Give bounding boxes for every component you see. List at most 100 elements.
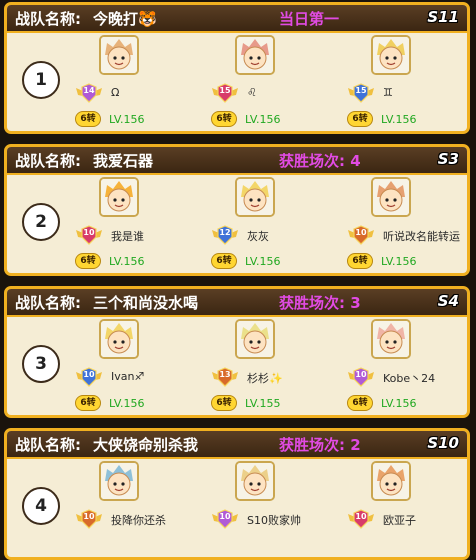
server-tag: S10 bbox=[427, 434, 459, 452]
medal-level: 13 bbox=[219, 370, 231, 379]
character-portrait[interactable] bbox=[371, 177, 411, 217]
member-level: LV.156 bbox=[381, 397, 417, 410]
team-member[interactable]: 12 灰灰 6转 LV.156 bbox=[211, 175, 361, 273]
team-label: 战队名称: bbox=[15, 152, 81, 170]
rebirth-badge: 6转 bbox=[211, 111, 237, 127]
rank-number: 2 bbox=[22, 203, 60, 241]
avatar-face-icon bbox=[101, 463, 137, 499]
team-member[interactable]: 10 听说改名能转运 6转 LV.156 bbox=[347, 175, 467, 273]
team-member[interactable]: 10 S10败家帅 bbox=[211, 459, 361, 557]
character-portrait[interactable] bbox=[99, 461, 139, 501]
member-level: LV.155 bbox=[245, 397, 281, 410]
character-portrait[interactable] bbox=[99, 35, 139, 75]
member-name: ♌ bbox=[247, 86, 257, 99]
rebirth-badge: 6转 bbox=[347, 253, 373, 269]
server-tag: S11 bbox=[427, 8, 459, 26]
character-portrait[interactable] bbox=[235, 35, 275, 75]
medal-level: 10 bbox=[83, 370, 95, 379]
character-portrait[interactable] bbox=[99, 319, 139, 359]
member-level: LV.156 bbox=[381, 255, 417, 268]
medal-level: 15 bbox=[355, 86, 367, 95]
rank-medal-icon: 10 bbox=[211, 508, 239, 530]
character-portrait[interactable] bbox=[235, 461, 275, 501]
team-label: 战队名称: bbox=[15, 10, 81, 28]
avatar-face-icon bbox=[373, 463, 409, 499]
avatar-face-icon bbox=[373, 179, 409, 215]
rank-medal-icon: 13 bbox=[211, 366, 239, 388]
team-name: 我爱石器 bbox=[93, 152, 154, 170]
team-member[interactable]: 10 欧亚子 bbox=[347, 459, 467, 557]
team-header: 战队名称: 三个和尚没水喝 获胜场次: 3 S4 bbox=[7, 289, 467, 317]
medal-level: 10 bbox=[355, 512, 367, 521]
team-label: 战队名称: bbox=[15, 436, 81, 454]
member-name: Kobe丶24 bbox=[383, 372, 436, 385]
rebirth-badge: 6转 bbox=[75, 253, 101, 269]
team-name: 三个和尚没水喝 bbox=[93, 294, 199, 312]
member-name: S10败家帅 bbox=[247, 514, 301, 527]
avatar-face-icon bbox=[101, 321, 137, 357]
member-level: LV.156 bbox=[245, 255, 281, 268]
team-header: 战队名称: 大侠饶命别杀我 获胜场次: 2 S10 bbox=[7, 431, 467, 459]
team-header: 战队名称: 我爱石器 获胜场次: 4 S3 bbox=[7, 147, 467, 175]
team-member[interactable]: 10 Kobe丶24 6转 LV.156 bbox=[347, 317, 467, 415]
rank-medal-icon: 10 bbox=[347, 366, 375, 388]
member-name: Ω bbox=[111, 86, 120, 99]
rank-medal-icon: 10 bbox=[75, 508, 103, 530]
team-header: 战队名称: 今晚打🐯 当日第一 S11 bbox=[7, 5, 467, 33]
member-name: 灰灰 bbox=[247, 230, 269, 243]
team-result: 获胜场次: 2 bbox=[279, 436, 361, 454]
rank-medal-icon: 14 bbox=[75, 82, 103, 104]
rank-medal-icon: 12 bbox=[211, 224, 239, 246]
team-label: 战队名称: bbox=[15, 294, 81, 312]
avatar-face-icon bbox=[373, 321, 409, 357]
medal-level: 10 bbox=[355, 228, 367, 237]
team-ranking-board: 战队名称: 今晚打🐯 当日第一 S11 1 14 Ω 6转 LV.156 15 ♌ 6转 LV.156 1… bbox=[0, 0, 476, 560]
team-result: 当日第一 bbox=[279, 10, 340, 28]
character-portrait[interactable] bbox=[371, 319, 411, 359]
character-portrait[interactable] bbox=[235, 319, 275, 359]
member-name: 杉杉✨ bbox=[247, 372, 283, 385]
team-member[interactable]: 13 杉杉✨ 6转 LV.155 bbox=[211, 317, 361, 415]
member-level: LV.156 bbox=[245, 113, 281, 126]
team-panel: 战队名称: 我爱石器 获胜场次: 4 S3 2 10 我是谁 6转 LV.156 12 灰灰 6转 LV… bbox=[4, 144, 470, 276]
medal-level: 10 bbox=[83, 512, 95, 521]
character-portrait[interactable] bbox=[371, 461, 411, 501]
member-name: Ivan♐ bbox=[111, 370, 145, 383]
server-tag: S4 bbox=[437, 292, 459, 310]
team-member[interactable]: 15 ♊ 6转 LV.156 bbox=[347, 33, 467, 131]
member-name: ♊ bbox=[383, 86, 393, 99]
rank-medal-icon: 10 bbox=[347, 508, 375, 530]
rank-medal-icon: 15 bbox=[211, 82, 239, 104]
rank-medal-icon: 10 bbox=[75, 366, 103, 388]
avatar-face-icon bbox=[237, 179, 273, 215]
team-member[interactable]: 10 Ivan♐ 6转 LV.156 bbox=[75, 317, 225, 415]
character-portrait[interactable] bbox=[371, 35, 411, 75]
rank-number: 3 bbox=[22, 345, 60, 383]
character-portrait[interactable] bbox=[99, 177, 139, 217]
member-name: 我是谁 bbox=[111, 230, 144, 243]
avatar-face-icon bbox=[237, 37, 273, 73]
team-member[interactable]: 10 投降你还杀 bbox=[75, 459, 225, 557]
rank-medal-icon: 15 bbox=[347, 82, 375, 104]
team-result: 获胜场次: 3 bbox=[279, 294, 361, 312]
member-level: LV.156 bbox=[109, 255, 145, 268]
avatar-face-icon bbox=[101, 37, 137, 73]
rebirth-badge: 6转 bbox=[347, 111, 373, 127]
avatar-face-icon bbox=[101, 179, 137, 215]
rebirth-badge: 6转 bbox=[211, 395, 237, 411]
server-tag: S3 bbox=[437, 150, 459, 168]
rebirth-badge: 6转 bbox=[347, 395, 373, 411]
medal-level: 10 bbox=[355, 370, 367, 379]
avatar-face-icon bbox=[237, 463, 273, 499]
character-portrait[interactable] bbox=[235, 177, 275, 217]
medal-level: 10 bbox=[219, 512, 231, 521]
rebirth-badge: 6转 bbox=[75, 111, 101, 127]
team-member[interactable]: 10 我是谁 6转 LV.156 bbox=[75, 175, 225, 273]
team-member[interactable]: 15 ♌ 6转 LV.156 bbox=[211, 33, 361, 131]
member-level: LV.156 bbox=[109, 397, 145, 410]
team-result: 获胜场次: 4 bbox=[279, 152, 361, 170]
team-member[interactable]: 14 Ω 6转 LV.156 bbox=[75, 33, 225, 131]
rebirth-badge: 6转 bbox=[75, 395, 101, 411]
member-level: LV.156 bbox=[109, 113, 145, 126]
member-level: LV.156 bbox=[381, 113, 417, 126]
